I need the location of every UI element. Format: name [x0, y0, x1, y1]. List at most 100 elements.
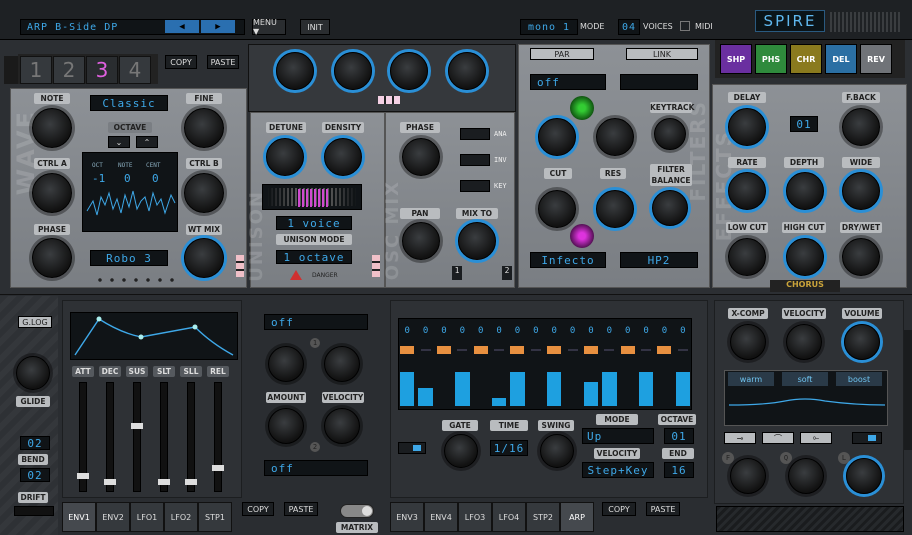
tab-lfo3[interactable]: LFO3 [458, 502, 492, 532]
time-display[interactable]: 1/16 [490, 440, 528, 456]
osc-selector-leds[interactable] [378, 96, 400, 104]
sll-slider[interactable] [185, 382, 197, 492]
mode-display[interactable]: mono 1 [520, 19, 578, 35]
arp-step-arrow-icon[interactable] [582, 344, 600, 356]
cutoff1-knob[interactable] [538, 118, 576, 156]
tab-env1[interactable]: ENV1 [62, 502, 96, 532]
voices-display[interactable]: 04 [618, 19, 640, 35]
unison-octave-display[interactable]: 1 octave [276, 250, 352, 264]
arp-step-value[interactable]: 0 [619, 326, 637, 338]
glog-button[interactable]: G.LOG [18, 316, 52, 328]
arp-step-arrow-icon[interactable] [490, 344, 508, 356]
tab-stp1[interactable]: STP1 [198, 502, 232, 532]
filter-par-button[interactable]: PAR [530, 48, 594, 60]
eq-lowshelf-button[interactable]: ⊸ [724, 432, 756, 444]
osc-tab-4[interactable]: 4 [119, 56, 151, 84]
arp-step-bar[interactable] [455, 372, 470, 406]
arp-step-value[interactable]: 0 [637, 326, 655, 338]
arp-step-value[interactable]: 0 [508, 326, 526, 338]
mod-source-1[interactable]: off [264, 314, 368, 330]
pan-knob[interactable] [402, 222, 440, 260]
high-cut-knob[interactable] [786, 238, 824, 276]
tab-env3[interactable]: ENV3 [390, 502, 424, 532]
drift-toggle[interactable] [14, 506, 54, 516]
next-preset-button[interactable]: ▶ [201, 20, 235, 33]
prev-preset-button[interactable]: ◀ [165, 20, 199, 33]
arp-step-value[interactable]: 0 [545, 326, 563, 338]
arp-step-arrow-icon[interactable] [674, 344, 692, 356]
unison-voice-display[interactable]: 1 voice [276, 216, 352, 230]
rel-slider[interactable] [212, 382, 224, 492]
mod-velocity-2-knob[interactable] [324, 408, 360, 444]
fx-tab-del[interactable]: DEL [825, 44, 857, 74]
density-knob[interactable] [324, 138, 362, 176]
arp-step-value[interactable]: 0 [600, 326, 618, 338]
mod-amount-1-knob[interactable] [268, 346, 304, 382]
arp-step-arrow-icon[interactable] [619, 344, 637, 356]
arp-velocity-display[interactable]: Step+Key [582, 462, 654, 478]
eq-warm-button[interactable]: warm [728, 372, 774, 386]
fine-knob[interactable] [184, 108, 224, 148]
arp-step-bar[interactable] [602, 372, 617, 406]
inv-toggle[interactable] [460, 154, 490, 166]
osc-level-knob-2[interactable] [334, 52, 372, 90]
arp-step-arrow-icon[interactable] [508, 344, 526, 356]
arp-step-arrow-icon[interactable] [435, 344, 453, 356]
arp-step-bar[interactable] [638, 372, 654, 406]
osc-tab-1[interactable]: 1 [20, 56, 52, 84]
osc-level-knob-3[interactable] [390, 52, 428, 90]
arp-step-arrow-icon[interactable] [545, 344, 563, 356]
slt-slider[interactable] [158, 382, 170, 492]
eq-q-knob[interactable] [788, 458, 824, 494]
fx-tab-rev[interactable]: REV [860, 44, 892, 74]
res1-knob[interactable] [596, 118, 634, 156]
arp-step-bar[interactable] [400, 372, 415, 406]
arp-step-value[interactable]: 0 [416, 326, 434, 338]
osc-level-knob-1[interactable] [276, 52, 314, 90]
xcomp-knob[interactable] [730, 324, 766, 360]
dec-slider[interactable] [104, 382, 116, 492]
eq-freq-knob[interactable] [730, 458, 766, 494]
att-slider[interactable] [77, 382, 89, 492]
tab-lfo4[interactable]: LFO4 [492, 502, 526, 532]
tab-lfo1[interactable]: LFO1 [130, 502, 164, 532]
arp-step-arrow-icon[interactable] [453, 344, 471, 356]
fx-tab-phs[interactable]: PHS [755, 44, 787, 74]
arp-step-value[interactable]: 0 [490, 326, 508, 338]
arp-step-value[interactable]: 0 [582, 326, 600, 338]
osc-paste-button[interactable]: PASTE [207, 55, 239, 69]
matrix-toggle[interactable] [340, 504, 374, 518]
oscmix-phase-knob[interactable] [402, 138, 440, 176]
osc-tab-2[interactable]: 2 [53, 56, 85, 84]
arp-toggle[interactable] [398, 442, 426, 454]
tab-stp2[interactable]: STP2 [526, 502, 560, 532]
master-velocity-knob[interactable] [786, 324, 822, 360]
arp-step-value[interactable]: 0 [435, 326, 453, 338]
volume-knob[interactable] [844, 324, 880, 360]
arp-step-value[interactable]: 0 [527, 326, 545, 338]
tab-arp[interactable]: ARP [560, 502, 594, 532]
arp-copy-button[interactable]: COPY [602, 502, 636, 516]
gate-knob[interactable] [444, 434, 478, 468]
arp-step-arrow-icon[interactable] [472, 344, 490, 356]
arp-mode-display[interactable]: Up [582, 428, 654, 444]
arp-step-bar[interactable] [510, 372, 525, 406]
key-toggle[interactable] [460, 180, 490, 192]
wt-mix-knob[interactable] [184, 238, 224, 278]
osc-level-knob-4[interactable] [448, 52, 486, 90]
eq-peak-button[interactable]: ⌒ [762, 432, 794, 444]
wide-knob[interactable] [842, 172, 880, 210]
tab-env2[interactable]: ENV2 [96, 502, 130, 532]
eq-toggle[interactable] [852, 432, 882, 444]
mix-to-knob[interactable] [458, 222, 496, 260]
arp-step-bar[interactable] [547, 372, 562, 406]
eq-soft-button[interactable]: soft [782, 372, 828, 386]
arp-octave-display[interactable]: 01 [664, 428, 694, 444]
delay-value[interactable]: 01 [790, 116, 818, 132]
arp-step-arrow-icon[interactable] [600, 344, 618, 356]
keytrack-knob[interactable] [654, 118, 686, 150]
filter-link-button[interactable]: LINK [626, 48, 698, 60]
swing-knob[interactable] [540, 434, 574, 468]
arp-step-arrow-icon[interactable] [398, 344, 416, 356]
filter2-mode-display[interactable]: HP2 [620, 252, 698, 268]
